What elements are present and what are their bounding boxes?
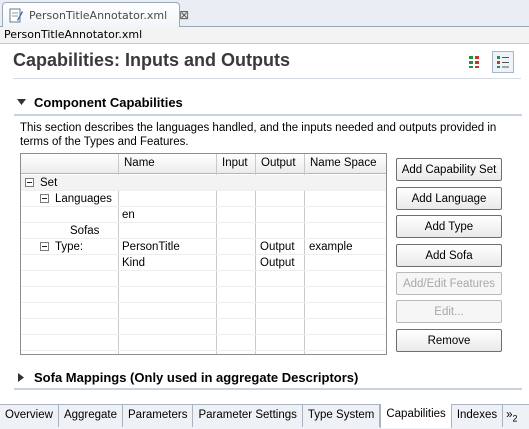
collapse-toggle-icon[interactable] xyxy=(40,242,49,251)
editor-tab-strip: PersonTitleAnnotator.xml ⊠ xyxy=(0,0,529,27)
more-tabs-button[interactable]: »2 xyxy=(503,405,523,427)
name-cell: PersonTitle xyxy=(122,241,180,253)
add-capability-set-button[interactable]: Add Capability Set xyxy=(396,158,502,181)
section-divider xyxy=(14,388,522,390)
tree-label: Type: xyxy=(55,241,84,253)
collapse-toggle-icon[interactable] xyxy=(40,194,49,203)
column-divider xyxy=(386,154,387,355)
column-header-input[interactable]: Input xyxy=(217,154,255,174)
column-header-output[interactable]: Output xyxy=(256,154,304,174)
collapsed-triangle-icon[interactable] xyxy=(16,373,26,383)
tree-label: Languages xyxy=(55,193,112,205)
expanded-triangle-icon[interactable] xyxy=(16,98,26,108)
add-type-button[interactable]: Add Type xyxy=(396,215,502,238)
collapse-toggle-icon[interactable] xyxy=(25,178,34,187)
header-toolbar xyxy=(464,51,514,73)
row-divider xyxy=(21,350,386,351)
table-row[interactable]: en xyxy=(21,207,386,223)
table-row[interactable]: Kind Output xyxy=(21,255,386,271)
section-divider xyxy=(14,114,522,116)
breadcrumb[interactable]: PersonTitleAnnotator.xml xyxy=(0,27,529,44)
table-row[interactable]: Sofas xyxy=(21,223,386,239)
tree-label: Set xyxy=(40,177,58,189)
edit-button[interactable]: Edit... xyxy=(396,300,502,323)
close-icon[interactable]: ⊠ xyxy=(179,8,189,22)
name-cell: Kind xyxy=(122,257,146,269)
sofa-mappings-header[interactable]: Sofa Mappings (Only used in aggregate De… xyxy=(16,370,358,385)
hidden-tab-count: 2 xyxy=(512,413,518,424)
namespace-cell: example xyxy=(309,241,353,253)
add-sofa-button[interactable]: Add Sofa xyxy=(396,244,502,267)
page-title: Capabilities: Inputs and Outputs xyxy=(13,50,291,70)
output-cell: Output xyxy=(260,257,295,269)
row-divider xyxy=(21,302,386,303)
table-row[interactable]: Set xyxy=(21,175,386,191)
section-description: This section describes the languages han… xyxy=(20,122,497,148)
grid-layout-icon[interactable] xyxy=(464,51,486,73)
component-capabilities-header[interactable]: Component Capabilities xyxy=(16,95,183,110)
capabilities-table[interactable]: Name Input Output Name Space Set Language… xyxy=(20,153,387,355)
add-edit-features-button[interactable]: Add/Edit Features xyxy=(396,272,502,295)
row-divider xyxy=(21,318,386,319)
tab-parameter-settings[interactable]: Parameter Settings xyxy=(193,405,303,427)
list-layout-icon[interactable] xyxy=(492,51,514,73)
tab-indexes[interactable]: Indexes xyxy=(451,405,504,427)
tab-type-system[interactable]: Type System xyxy=(302,405,381,427)
section-title: Sofa Mappings (Only used in aggregate De… xyxy=(34,370,359,385)
column-header-name[interactable]: Name xyxy=(119,154,216,174)
tab-aggregate[interactable]: Aggregate xyxy=(58,405,124,427)
name-cell: en xyxy=(122,209,135,221)
row-divider xyxy=(21,334,386,335)
editor-tab-title: PersonTitleAnnotator.xml xyxy=(29,8,168,22)
tab-capabilities[interactable]: Capabilities xyxy=(380,404,452,428)
add-language-button[interactable]: Add Language xyxy=(396,187,502,210)
table-row[interactable]: Type: PersonTitle Output example xyxy=(21,239,386,255)
tab-overview[interactable]: Overview xyxy=(0,405,59,427)
remove-button[interactable]: Remove xyxy=(396,329,502,352)
column-header-namespace[interactable]: Name Space xyxy=(305,154,386,174)
editor-tab[interactable]: PersonTitleAnnotator.xml ⊠ xyxy=(2,2,189,27)
tab-parameters[interactable]: Parameters xyxy=(123,405,194,427)
tree-label: Sofas xyxy=(70,225,100,237)
title-divider xyxy=(13,78,521,79)
page-tabs: Overview Aggregate Parameters Parameter Set… xyxy=(0,404,529,429)
xml-file-icon xyxy=(9,8,23,23)
output-cell: Output xyxy=(260,241,295,253)
table-header: Name Input Output Name Space xyxy=(21,154,386,174)
section-title: Component Capabilities xyxy=(34,95,183,110)
table-row[interactable]: Languages xyxy=(21,191,386,207)
row-divider xyxy=(21,286,386,287)
column-header-tree[interactable] xyxy=(21,154,119,174)
